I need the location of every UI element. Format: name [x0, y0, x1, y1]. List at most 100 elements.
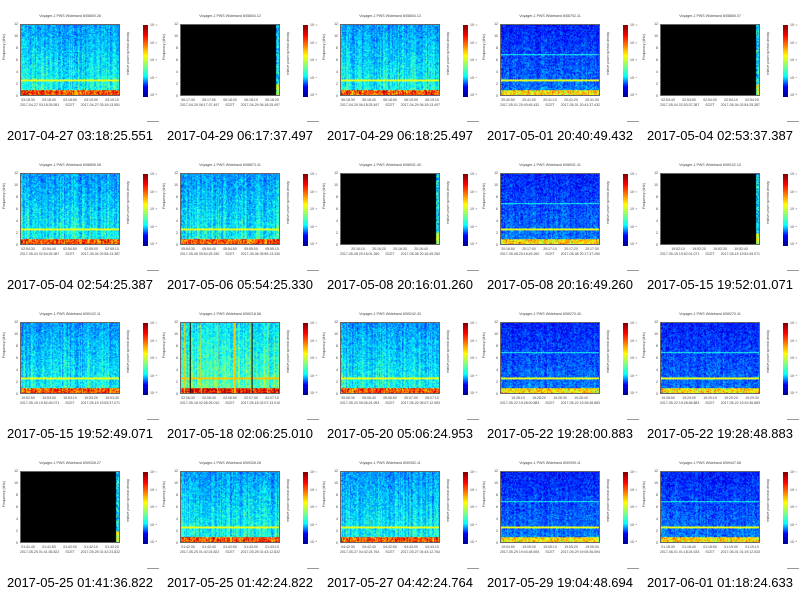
y-tick-label: 6 [496, 356, 498, 360]
colorbar-tick-label: 10⁻⁴ [790, 75, 798, 80]
spectrogram-panel[interactable]: Voyager-1 PWS Wideband 8/58931.41 Frequen… [480, 149, 640, 298]
spectrogram-panel[interactable]: Voyager-1 PWS Wideband 8/58702.11 Frequen… [480, 0, 640, 149]
x-tick-label: 05:07:10 [425, 396, 439, 400]
scet-label: SCET [705, 401, 715, 405]
spectrogram-panel[interactable]: Voyager-1 PWS Wideband 8/59242.43 Frequen… [320, 298, 480, 447]
colorbar-label: relative power spectral density [606, 181, 610, 224]
x-tick-label: 01:43:00 [244, 545, 258, 549]
spectrogram-panel[interactable]: Voyager-1 PWS Wideband 8/59328.28 Frequen… [160, 447, 320, 596]
colorbar-tick-label: 10⁻⁵ [310, 242, 318, 246]
y-tick-label: 8 [176, 344, 178, 348]
spectrogram-canvas [661, 472, 759, 542]
spectrogram-panel[interactable]: Voyager-1 PWS Wideband 8/59352.11 Frequen… [320, 447, 480, 596]
colorbar [623, 472, 628, 544]
spectrogram-panel[interactable]: Voyager-1 PWS Wideband 8/59270.41 Frequen… [640, 298, 800, 447]
plot-title: Voyager-1 PWS Wideband 8/59328.27 [39, 461, 101, 465]
x-tick-label: 05:54:40 [202, 247, 216, 251]
scet-range: 2017-05-22 19:28:00.883 SCET 2017-05-22 19… [500, 401, 600, 405]
x-tick-label: 20:16:10 [351, 247, 365, 251]
y-tick-label: 2 [16, 529, 18, 533]
spectrogram-panel[interactable]: Voyager-1 PWS Wideband 8/59102.10 Frequen… [640, 149, 800, 298]
scet-label: SCET [65, 103, 75, 107]
scet-label: SCET [385, 103, 395, 107]
scet-label: SCET [705, 550, 715, 554]
spectrogram-image [660, 471, 760, 543]
y-axis-label: Frequency (kHz) [322, 34, 326, 60]
scet-range: 2017-05-25 01:41:36.822 SCET 2017-05-25 01… [20, 550, 120, 554]
scet-end: 2017-06-01 01:19:12.633 [720, 550, 760, 554]
colorbar-tick-label: 10⁻¹ [470, 321, 477, 325]
scale-marker [467, 121, 479, 122]
colorbar [463, 174, 468, 246]
y-tick-label: 8 [656, 195, 658, 199]
panel-caption: 2017-05-15 19:52:49.071 [6, 426, 153, 441]
scet-label: SCET [65, 252, 75, 256]
y-tick-label: 12 [174, 469, 178, 473]
scet-range: 2017-05-04 02:53:37.387 SCET 2017-05-04 02… [660, 103, 760, 107]
scet-label: SCET [545, 401, 555, 405]
spectrogram-canvas [501, 25, 599, 95]
x-tick-label: 04:43:00 [404, 545, 418, 549]
plot-title: Voyager-1 PWS Wideband 8/58805.07 [679, 14, 741, 18]
colorbar-tick-label: 10⁻⁵ [790, 391, 798, 395]
scet-label: SCET [385, 550, 395, 554]
scet-label: SCET [65, 401, 75, 405]
spectrogram-panel[interactable]: Voyager-1 PWS Wideband 8/59218.58 Frequen… [160, 298, 320, 447]
scet-start: 2017-05-15 19:52:49.071 [20, 401, 60, 405]
x-tick-label: 02:54:40 [42, 247, 56, 251]
scet-range: 2017-05-22 19:28:48.883 SCET 2017-05-22 19… [660, 401, 760, 405]
y-axis-label: Frequency (kHz) [322, 481, 326, 507]
spectrogram-panel[interactable]: Voyager-1 PWS Wideband 8/59102.11 Frequen… [0, 298, 160, 447]
spectrogram-panel[interactable]: Voyager-1 PWS Wideband 8/59270.40 Frequen… [480, 298, 640, 447]
colorbar-tick-label: 10⁻¹ [470, 23, 477, 27]
y-tick-label: 2 [176, 82, 178, 86]
x-tick-label: 20:41:10 [543, 98, 557, 102]
scale-marker [787, 121, 799, 122]
spectrogram-panel[interactable]: Voyager-1 PWS Wideband 8/59399.11 Frequen… [480, 447, 640, 596]
colorbar-tick-label: 10⁻¹ [790, 23, 797, 27]
panel-caption: 2017-05-20 05:06:24.953 [326, 426, 473, 441]
spectrogram-panel[interactable]: Voyager-1 PWS Wideband 8/58805.07 Frequen… [640, 0, 800, 149]
x-tick-label: 19:28:10 [511, 396, 525, 400]
scet-range: 2017-05-01 20:40:49.432 SCET 2017-05-01 20… [500, 103, 600, 107]
x-tick-label: 20:16:50 [501, 247, 515, 251]
spectrogram-image [180, 173, 280, 245]
spectrogram-panel[interactable]: Voyager-1 PWS Wideband 8/58931.40 Frequen… [320, 149, 480, 298]
spectrogram-panel[interactable]: Voyager-1 PWS Wideband 8/58873.41 Frequen… [160, 149, 320, 298]
plot-title: Voyager-1 PWS Wideband 8/58806.08 [39, 163, 101, 167]
spectrogram-panel[interactable]: Voyager-1 PWS Wideband 8/58604.13 Frequen… [320, 0, 480, 149]
colorbar-tick-label: 10⁻⁴ [790, 373, 798, 378]
y-tick-label: 8 [16, 493, 18, 497]
spectrogram-panel[interactable]: Voyager-1 PWS Wideband 8/58604.12 Frequen… [160, 0, 320, 149]
spectrogram-panel[interactable]: Voyager-1 PWS Wideband 8/58600.28 Frequen… [0, 0, 160, 149]
spectrogram-panel[interactable]: Voyager-1 PWS Wideband 8/58806.08 Frequen… [0, 149, 160, 298]
y-tick-label: 8 [496, 493, 498, 497]
scet-start: 2017-05-04 02:54:25.387 [20, 252, 60, 256]
spectrogram-panel[interactable]: Voyager-1 PWS Wideband 8/59328.27 Frequen… [0, 447, 160, 596]
y-tick-label: 4 [656, 219, 658, 223]
spectrogram-image [500, 173, 600, 245]
colorbar-label: relative power spectral density [286, 330, 290, 373]
y-tick-label: 6 [16, 58, 18, 62]
plot-title: Voyager-1 PWS Wideband 8/59447.58 [679, 461, 741, 465]
y-tick-label: 0 [496, 243, 498, 247]
x-tick-label: 01:42:50 [223, 545, 237, 549]
scet-end: 2017-04-27 03:19:13.551 [80, 103, 120, 107]
colorbar [623, 25, 628, 97]
scale-marker [147, 419, 159, 420]
scet-end: 2017-04-29 06:19:13.497 [400, 103, 440, 107]
scale-marker [627, 568, 639, 569]
x-tick-label: 02:55:00 [84, 247, 98, 251]
x-tick-label: 04:42:40 [362, 545, 376, 549]
scet-start: 2017-05-18 02:06:25.010 [180, 401, 220, 405]
y-tick-label: 4 [336, 70, 338, 74]
y-tick-label: 0 [16, 243, 18, 247]
colorbar-label: relative power spectral density [766, 330, 770, 373]
spectrogram-panel[interactable]: Voyager-1 PWS Wideband 8/59447.58 Frequen… [640, 447, 800, 596]
colorbar-tick-label: 10⁻¹ [630, 172, 637, 176]
y-tick-label: 2 [336, 231, 338, 235]
scet-end: 2017-05-01 20:41:37.432 [560, 103, 600, 107]
scet-start: 2017-05-08 20:16:01.260 [340, 252, 380, 256]
scet-start: 2017-05-29 19:04:48.694 [500, 550, 540, 554]
colorbar-tick-label: 10⁻³ [630, 207, 637, 211]
